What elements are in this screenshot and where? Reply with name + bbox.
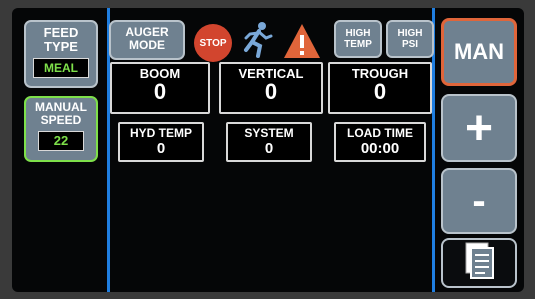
hyd-temp-label: HYD TEMP <box>129 126 192 140</box>
load-time-readout: LOAD TIME 00:00 <box>334 122 426 162</box>
load-time-value: 00:00 <box>360 140 400 157</box>
man-button[interactable]: MAN <box>441 18 517 86</box>
document-icon <box>462 241 496 286</box>
running-person-icon <box>238 20 274 60</box>
high-psi-button[interactable]: HIGH PSI <box>386 20 434 58</box>
boom-readout: BOOM 0 <box>110 62 210 114</box>
feed-type-value: MEAL <box>33 58 89 78</box>
hyd-temp-value: 0 <box>156 140 166 157</box>
auger-mode-button[interactable]: AUGER MODE <box>109 20 185 60</box>
system-label: SYSTEM <box>244 126 294 140</box>
system-value: 0 <box>264 140 274 157</box>
plus-button[interactable]: + <box>441 94 517 162</box>
document-button[interactable] <box>441 238 517 288</box>
manual-speed-button[interactable]: MANUAL SPEED 22 <box>24 96 98 162</box>
feed-type-title: FEED TYPE <box>43 25 79 54</box>
load-time-label: LOAD TIME <box>347 126 413 140</box>
man-label: MAN <box>453 39 505 64</box>
manual-speed-value: 22 <box>38 131 84 151</box>
stop-label: STOP <box>199 37 227 49</box>
plus-label: + <box>464 101 494 155</box>
hmi-screen: FEED TYPE MEAL MANUAL SPEED 22 AUGER MOD… <box>12 8 524 292</box>
vertical-value: 0 <box>264 79 278 104</box>
vertical-readout: VERTICAL 0 <box>219 62 323 114</box>
stop-button[interactable]: STOP <box>194 24 232 62</box>
minus-button[interactable]: - <box>441 168 517 234</box>
system-readout: SYSTEM 0 <box>226 122 312 162</box>
boom-value: 0 <box>153 79 167 104</box>
minus-label: - <box>472 178 486 223</box>
trough-value: 0 <box>373 79 387 104</box>
manual-speed-title: MANUAL SPEED <box>35 100 87 127</box>
warning-icon <box>282 22 322 60</box>
hyd-temp-readout: HYD TEMP 0 <box>118 122 204 162</box>
trough-readout: TROUGH 0 <box>328 62 432 114</box>
high-temp-button[interactable]: HIGH TEMP <box>334 20 382 58</box>
feed-type-button[interactable]: FEED TYPE MEAL <box>24 20 98 88</box>
